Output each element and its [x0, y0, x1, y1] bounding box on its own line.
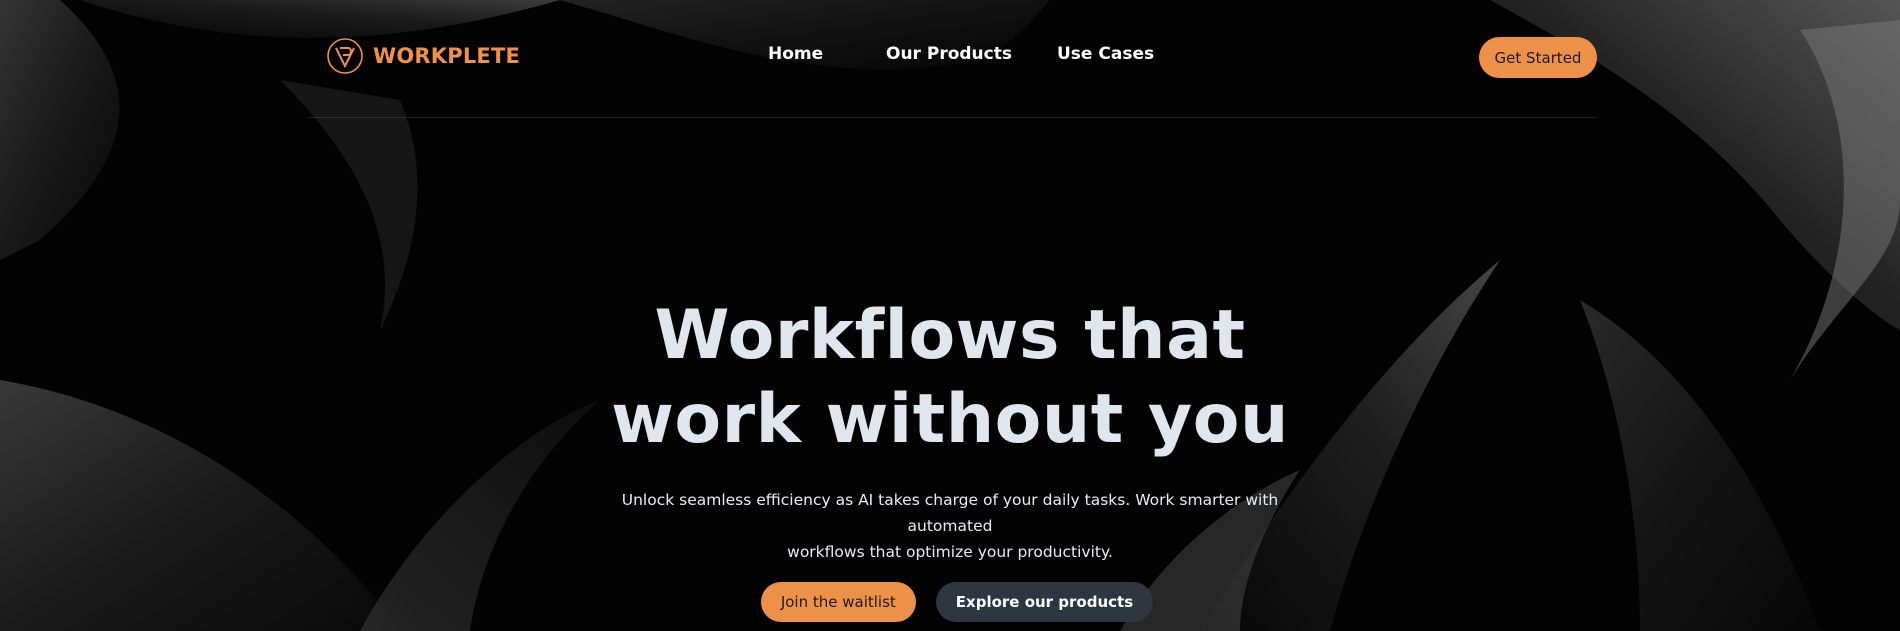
- top-navigation: WORKPLETE Home Our Products Use Cases Ge…: [308, 0, 1597, 118]
- hero-title-line-2: work without you: [611, 380, 1289, 459]
- get-started-button[interactable]: Get Started: [1479, 37, 1597, 78]
- hero-subtitle: Unlock seamless efficiency as AI takes c…: [600, 487, 1300, 565]
- hero-section: Workflows that work without you Unlock s…: [0, 294, 1900, 622]
- explore-products-button[interactable]: Explore our products: [935, 582, 1154, 622]
- nav-link-home[interactable]: Home: [768, 44, 823, 64]
- join-waitlist-button[interactable]: Join the waitlist: [760, 582, 916, 622]
- hero-cta-row: Join the waitlist Explore our products: [0, 582, 1900, 622]
- nav-links: Home Our Products Use Cases: [308, 44, 1597, 70]
- hero-subtitle-line-1: Unlock seamless efficiency as AI takes c…: [621, 491, 1279, 535]
- nav-divider: [308, 117, 1597, 118]
- hero-title: Workflows that work without you: [0, 294, 1900, 462]
- hero-subtitle-line-2: workflows that optimize your productivit…: [787, 543, 1113, 561]
- hero-title-line-1: Workflows that: [654, 296, 1246, 375]
- nav-link-use-cases[interactable]: Use Cases: [1057, 44, 1154, 64]
- nav-link-our-products[interactable]: Our Products: [886, 44, 1012, 64]
- landing-page: WORKPLETE Home Our Products Use Cases Ge…: [0, 0, 1900, 631]
